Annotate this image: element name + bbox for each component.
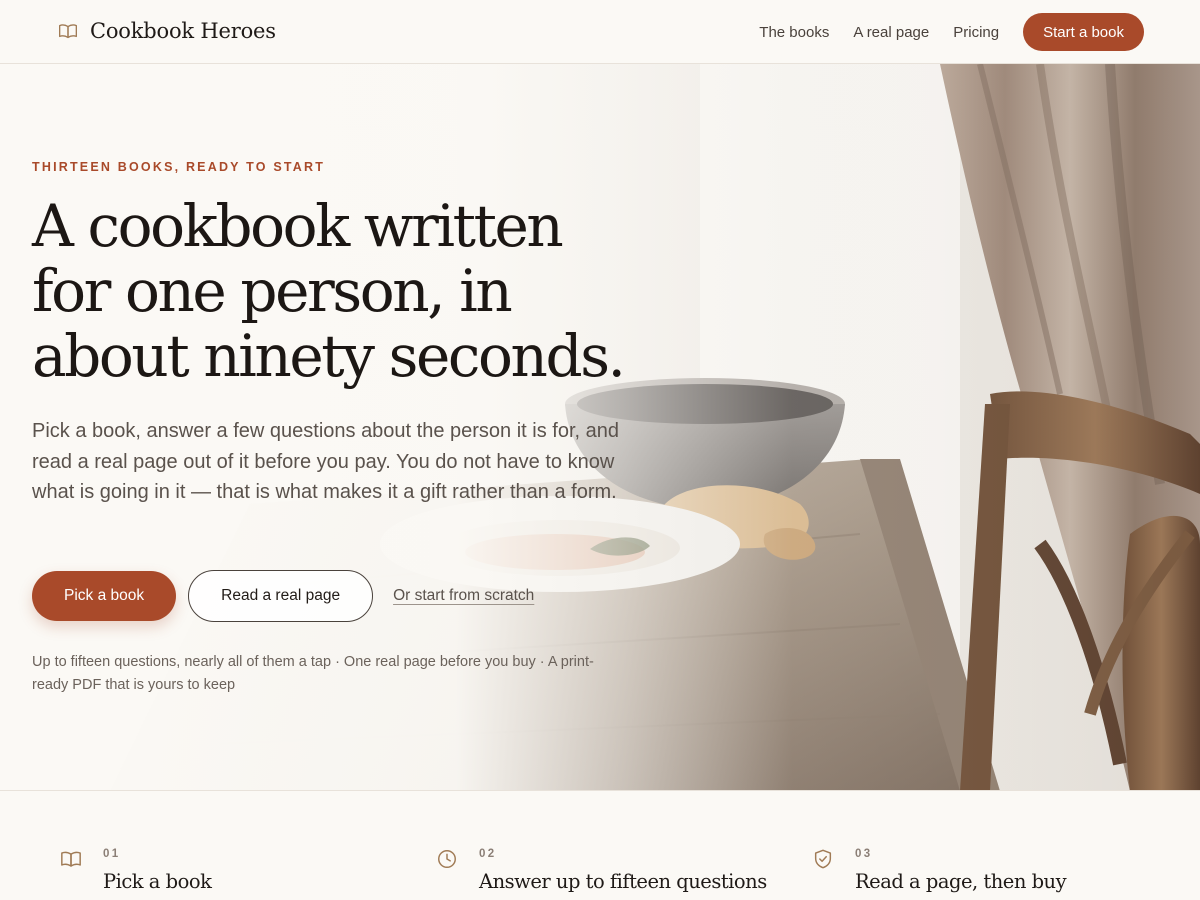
- open-book-icon: [60, 848, 82, 870]
- step-number: 03: [855, 848, 873, 860]
- step-item-pick-a-book: 01 Pick a book: [60, 848, 400, 900]
- step-item-answer-questions: 02 Answer up to fifteen questions: [436, 848, 776, 900]
- step-title: Answer up to fifteen questions: [479, 870, 767, 893]
- site-header: Cookbook Heroes The books A real page Pr…: [0, 0, 1200, 64]
- hero-section: THIRTEEN BOOKS, READY TO START A cookboo…: [0, 64, 1200, 791]
- hero-cta-row: Pick a book Read a real page Or start fr…: [32, 570, 534, 622]
- brand-name: Cookbook Heroes: [90, 19, 276, 43]
- hero-eyebrow: THIRTEEN BOOKS, READY TO START: [32, 160, 326, 174]
- nav-link-a-real-page[interactable]: A real page: [853, 24, 929, 41]
- step-item-read-then-buy: 03 Read a page, then buy: [812, 848, 1152, 900]
- pick-a-book-button[interactable]: Pick a book: [32, 571, 177, 621]
- nav-link-pricing[interactable]: Pricing: [953, 24, 999, 41]
- start-a-book-button[interactable]: Start a book: [1023, 13, 1144, 51]
- main-nav: The books A real page Pricing Start a bo…: [759, 12, 1144, 52]
- hero-fine-print: Up to fifteen questions, nearly all of t…: [32, 654, 594, 693]
- step-title: Pick a book: [103, 870, 212, 893]
- step-number: 02: [479, 848, 497, 860]
- step-number: 01: [103, 848, 121, 860]
- hero-description: Pick a book, answer a few questions abou…: [32, 420, 620, 503]
- open-book-icon: [58, 21, 78, 41]
- hero-headline: A cookbook written for one person, in ab…: [32, 192, 626, 390]
- how-it-works-steps: 01 Pick a book 02 Answer up to fifteen q…: [0, 792, 1200, 900]
- read-a-real-page-button[interactable]: Read a real page: [188, 570, 374, 622]
- clock-icon: [436, 848, 458, 870]
- brand-logo-link[interactable]: Cookbook Heroes: [58, 16, 276, 46]
- shield-check-icon: [812, 848, 834, 870]
- step-title: Read a page, then buy: [855, 870, 1067, 893]
- nav-link-the-books[interactable]: The books: [759, 24, 829, 41]
- start-from-scratch-link[interactable]: Or start from scratch: [393, 587, 534, 605]
